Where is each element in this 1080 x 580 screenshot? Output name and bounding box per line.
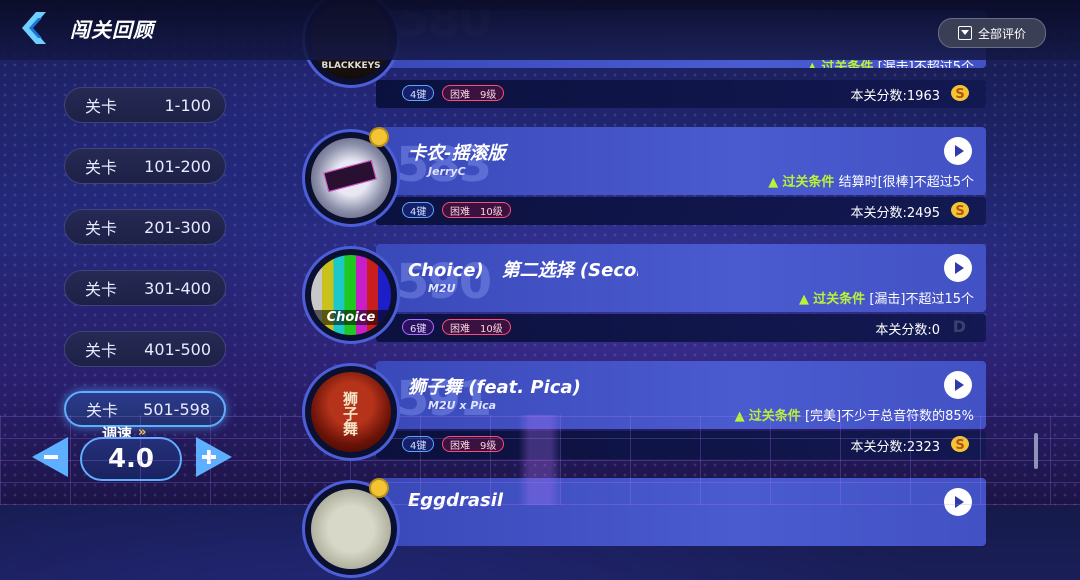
speed-increase-button[interactable] xyxy=(196,437,232,477)
d-rank-icon: D xyxy=(952,317,966,336)
range-label: 关卡 xyxy=(85,97,118,116)
key-count-badge: 4键 xyxy=(402,202,435,218)
song-card[interactable]: 590 Choice) 第二选择 (Second M2U ▲ 过关条件 [漏击]… xyxy=(302,244,986,346)
all-reviews-button[interactable]: 全部评价 xyxy=(938,18,1046,48)
range-value: 1-100 xyxy=(164,95,212,115)
song-card-footer: 6键 困难 10级 本关分数:0 D xyxy=(376,314,986,342)
song-card[interactable]: Eggdrasil xyxy=(302,478,986,580)
song-title: Eggdrasil xyxy=(408,490,504,511)
album-cover: Choice xyxy=(302,246,400,344)
key-count-badge: 4键 xyxy=(402,85,435,101)
song-card-header: 591 狮子舞 (feat. Pica) M2U x Pica ▲ 过关条件 [… xyxy=(376,361,986,429)
cover-text: BLACKKEYS xyxy=(321,61,381,71)
minus-arrow-icon xyxy=(32,437,68,477)
range-label: 关卡 xyxy=(85,280,118,299)
play-button[interactable] xyxy=(944,488,972,516)
range-value: 201-300 xyxy=(144,217,211,237)
song-card-header: 590 Choice) 第二选择 (Second M2U ▲ 过关条件 [漏击]… xyxy=(376,244,986,312)
album-cover: 狮子舞 xyxy=(302,363,400,461)
svg-text:S: S xyxy=(955,87,964,102)
range-item-201-300[interactable]: 关卡 201-300 xyxy=(64,209,226,245)
cover-text: Choice xyxy=(311,310,391,325)
all-reviews-label: 全部评价 xyxy=(977,26,1026,41)
pass-condition: ▲ 过关条件 [漏击]不超过15个 xyxy=(799,292,974,307)
back-arrow-icon xyxy=(22,12,46,44)
song-card-footer: 4键 困难 9级 本关分数:1963 S xyxy=(376,80,986,108)
dropdown-box-icon xyxy=(957,26,972,40)
song-title: 卡农-摇滚版 xyxy=(408,143,506,164)
song-card-footer: 4键 困难 10级 本关分数:2495 S xyxy=(376,197,986,225)
s-rank-coin-icon: S xyxy=(951,202,969,219)
range-value: 501-598 xyxy=(143,399,210,419)
back-button[interactable] xyxy=(18,10,58,46)
song-artist: M2U x Pica xyxy=(428,399,497,412)
range-item-1-100[interactable]: 关卡 1-100 xyxy=(64,87,226,123)
range-value: 301-400 xyxy=(144,278,211,298)
level-score: 本关分数:2323 xyxy=(850,440,940,455)
difficulty-badge: 困难 9级 xyxy=(442,85,505,101)
difficulty-badge: 困难 10级 xyxy=(442,202,511,218)
lock-badge-icon xyxy=(369,478,389,498)
level-score: 本关分数:1963 xyxy=(850,89,940,104)
song-card-header: Eggdrasil xyxy=(376,478,986,546)
svg-text:S: S xyxy=(955,204,964,219)
cover-text: 狮子舞 xyxy=(341,390,359,436)
range-item-401-500[interactable]: 关卡 401-500 xyxy=(64,331,226,367)
pass-condition: ▲ 过关条件 结算时[很棒]不超过5个 xyxy=(768,175,974,190)
pass-condition: ▲ 过关条件 [完美]不少于总音符数的85% xyxy=(734,409,974,424)
speed-decrease-button[interactable] xyxy=(32,437,68,477)
lock-badge-icon xyxy=(369,127,389,147)
range-item-501-598[interactable]: 关卡 501-598 xyxy=(64,391,226,427)
range-value: 401-500 xyxy=(144,339,211,359)
range-item-101-200[interactable]: 关卡 101-200 xyxy=(64,148,226,184)
level-score: 本关分数:2495 xyxy=(850,206,940,221)
top-bar: 闯关回顾 全部评价 xyxy=(0,0,1080,60)
range-label: 关卡 xyxy=(85,219,118,238)
song-artist: JerryC xyxy=(428,165,466,178)
cover-graphic xyxy=(323,159,377,193)
key-count-badge: 4键 xyxy=(402,436,435,452)
page-title: 闯关回顾 xyxy=(70,18,154,42)
song-card-footer: 4键 困难 9级 本关分数:2323 S xyxy=(376,431,986,459)
plus-arrow-icon xyxy=(196,437,232,477)
svg-text:S: S xyxy=(955,438,964,453)
range-item-301-400[interactable]: 关卡 301-400 xyxy=(64,270,226,306)
speed-value: 4.0 xyxy=(80,437,182,481)
level-score: 本关分数:0 xyxy=(875,323,940,338)
s-rank-coin-icon: S xyxy=(951,85,969,102)
difficulty-badge: 困难 9级 xyxy=(442,436,505,452)
scrollbar-thumb[interactable] xyxy=(1034,433,1038,469)
song-title: Choice) 第二选择 (Second xyxy=(408,260,638,281)
song-title: 狮子舞 (feat. Pica) xyxy=(408,377,581,398)
range-label: 关卡 xyxy=(85,341,118,360)
warning-icon: ▲ xyxy=(799,292,810,307)
range-value: 101-200 xyxy=(144,156,211,176)
song-artist: M2U xyxy=(428,282,456,295)
song-card-header: 583 卡农-摇滚版 JerryC ▲ 过关条件 结算时[很棒]不超过5个 xyxy=(376,127,986,195)
play-button[interactable] xyxy=(944,371,972,399)
s-rank-coin-icon: S xyxy=(951,436,969,453)
play-button[interactable] xyxy=(944,137,972,165)
warning-icon: ▲ xyxy=(807,60,818,68)
difficulty-badge: 困难 10级 xyxy=(442,319,511,335)
speed-control: 调速 » 4.0 xyxy=(32,425,232,491)
range-label: 关卡 xyxy=(86,401,119,420)
song-card[interactable]: 591 狮子舞 (feat. Pica) M2U x Pica ▲ 过关条件 [… xyxy=(302,361,986,463)
range-label: 关卡 xyxy=(85,158,118,177)
warning-icon: ▲ xyxy=(734,409,745,424)
warning-icon: ▲ xyxy=(768,175,779,190)
key-count-badge: 6键 xyxy=(402,319,435,335)
song-card[interactable]: 583 卡农-摇滚版 JerryC ▲ 过关条件 结算时[很棒]不超过5个 4键… xyxy=(302,127,986,229)
play-button[interactable] xyxy=(944,254,972,282)
